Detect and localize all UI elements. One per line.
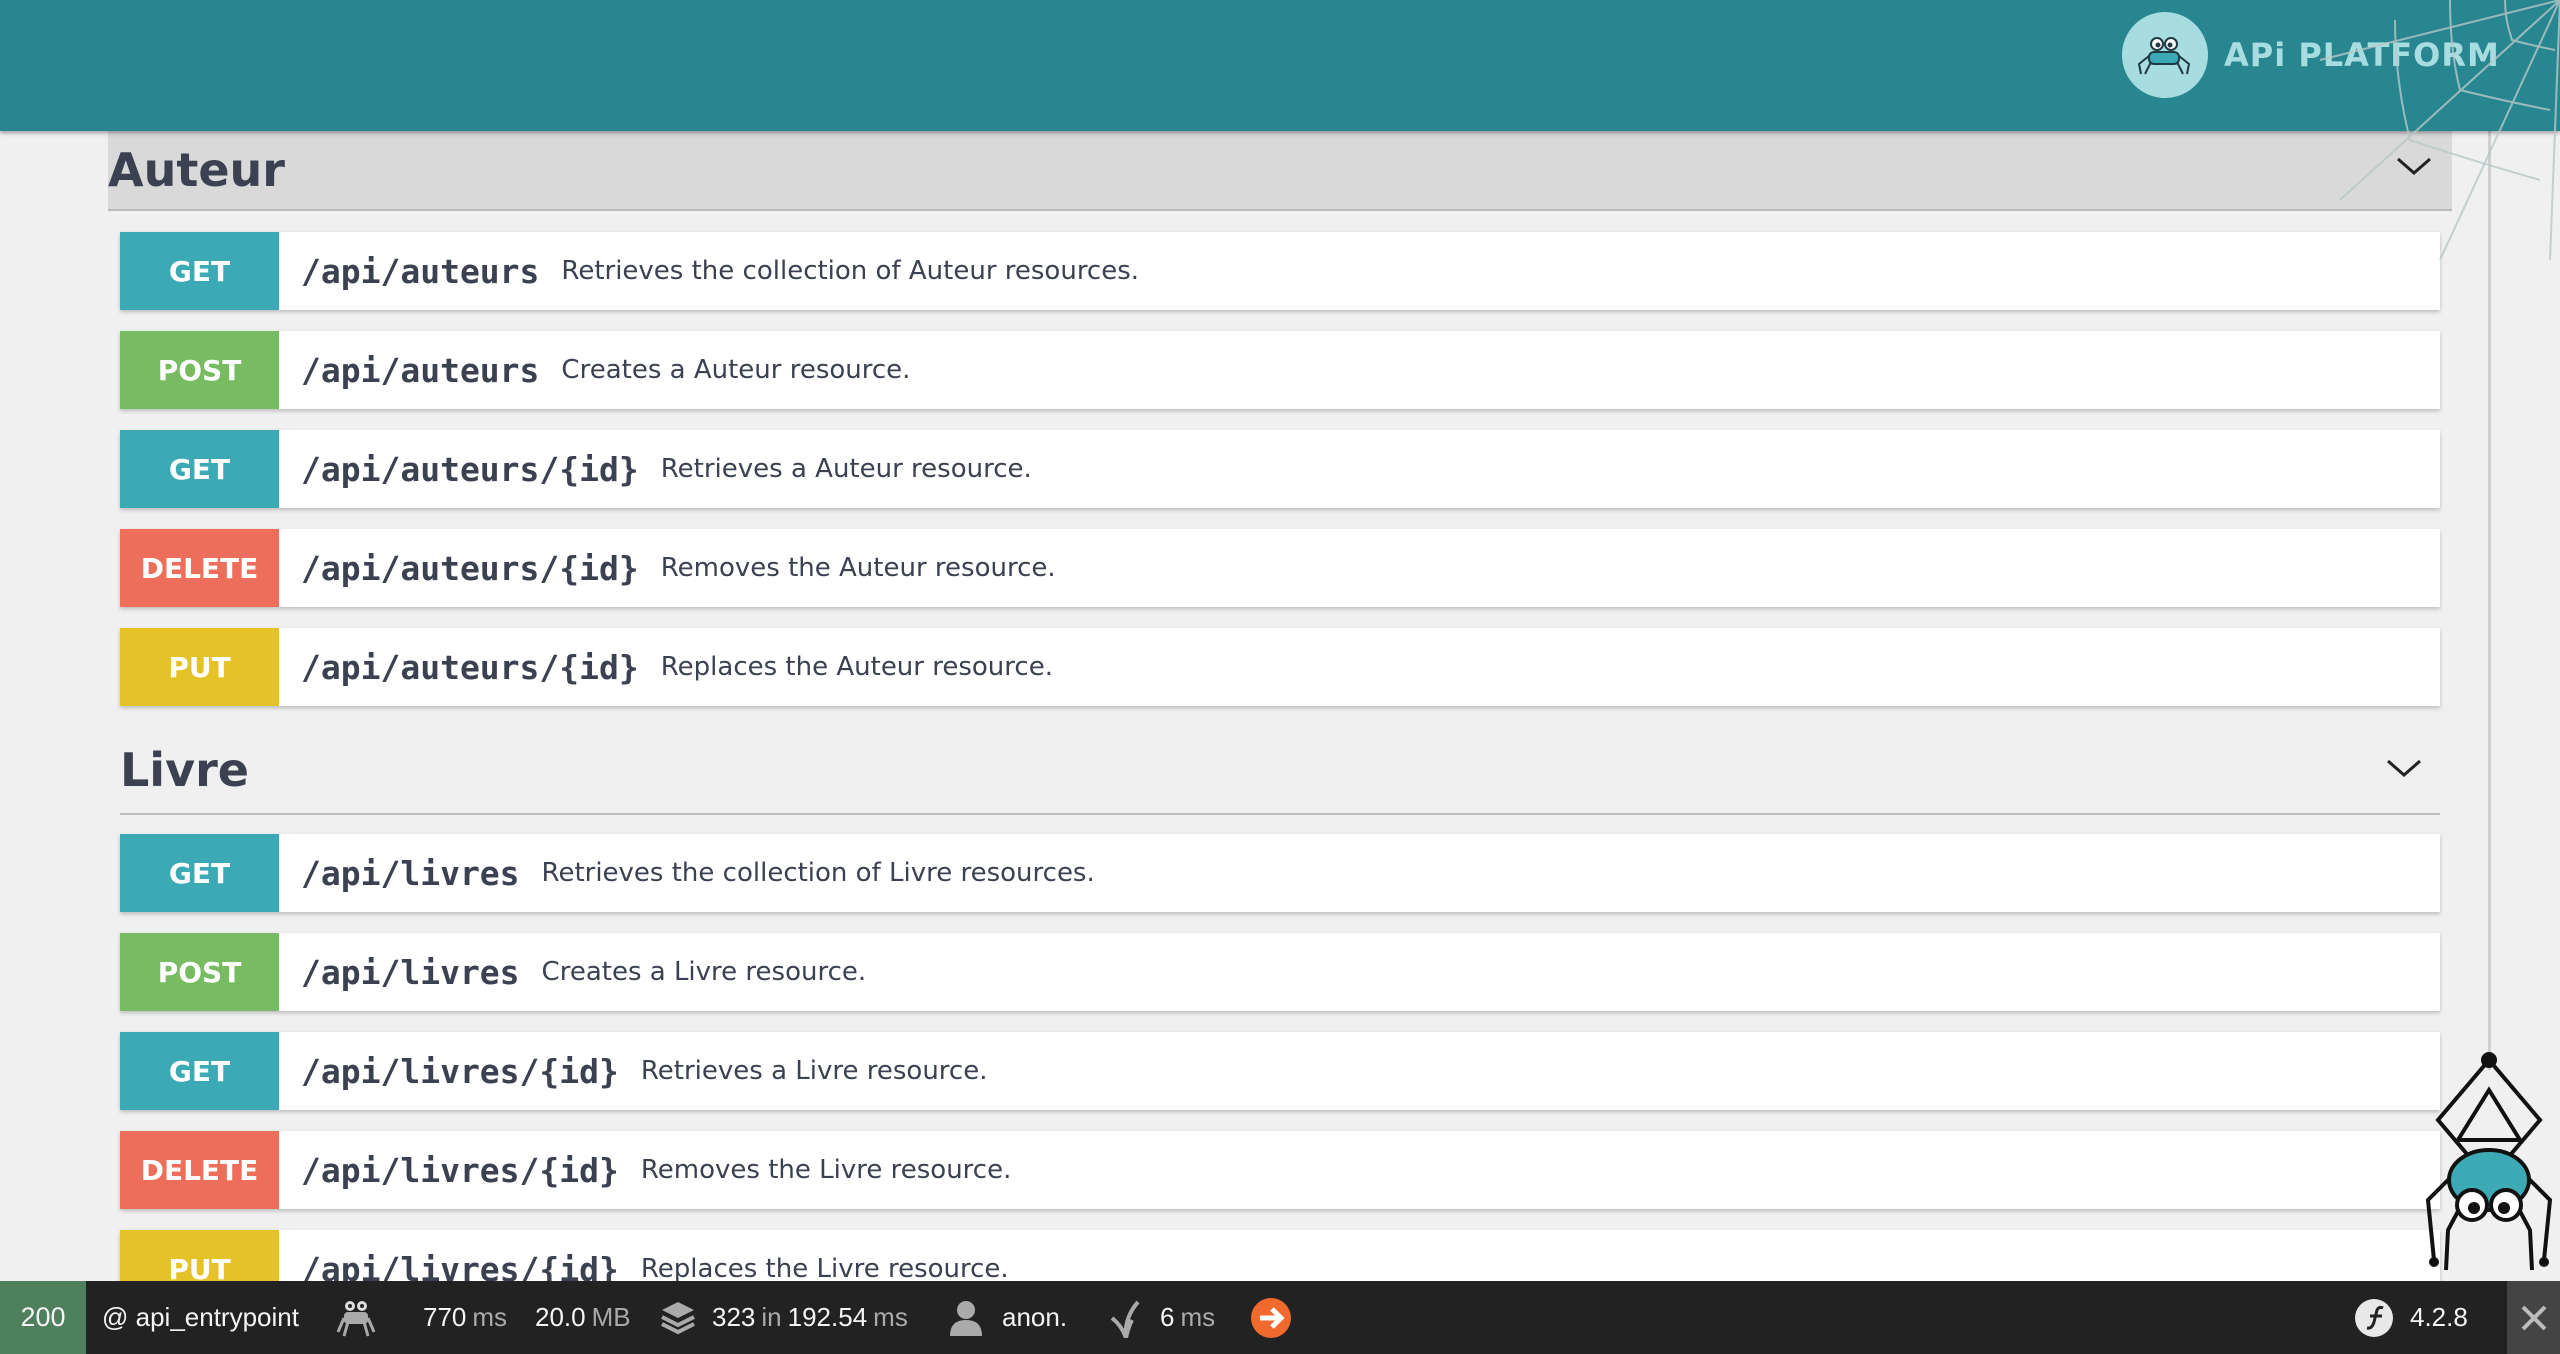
operation-path: /api/auteurs [301,350,540,390]
operation-path: /api/auteurs/{id} [301,449,639,489]
operation-summary: Creates a Livre resource. [541,957,867,987]
operation-path: /api/auteurs/{id} [301,548,639,588]
operation-path: /api/auteurs/{id} [301,647,639,687]
db-count: 323 [712,1302,756,1332]
operation-summary: Creates a Auteur resource. [561,355,911,385]
operation-get-auteur-id[interactable]: GET /api/auteurs/{id} Retrieves a Auteur… [120,430,2440,508]
operation-post-auteurs[interactable]: POST /api/auteurs Creates a Auteur resou… [120,331,2440,409]
operation-delete-livre-id[interactable]: DELETE /api/livres/{id} Removes the Livr… [120,1131,2440,1209]
operation-get-livre-id[interactable]: GET /api/livres/{id} Retrieves a Livre r… [120,1032,2440,1110]
blackfire-icon[interactable] [1250,1281,1292,1354]
operation-path: /api/livres [301,952,520,992]
method-badge: DELETE [120,1131,279,1209]
memory-unit: MB [591,1302,631,1332]
method-badge: GET [120,834,279,912]
operation-delete-auteur-id[interactable]: DELETE /api/auteurs/{id} Removes the Aut… [120,529,2440,607]
close-toolbar-button[interactable] [2507,1281,2560,1354]
chevron-down-icon[interactable] [2384,753,2424,783]
db-in: in [761,1302,782,1332]
twig-value: 6 [1160,1302,1175,1332]
spider-logo-icon [2122,12,2208,98]
twig-unit: ms [1180,1302,1216,1332]
twig-render-time[interactable]: 6 ms [1108,1281,1215,1354]
spider-web-decoration [2319,0,2560,260]
database-layers-icon [661,1301,695,1334]
method-badge: GET [120,430,279,508]
operation-summary: Replaces the Auteur resource. [660,652,1053,682]
operation-path: /api/livres/{id} [301,1051,619,1091]
operation-summary: Retrieves a Livre resource. [640,1056,988,1086]
operation-path: /api/auteurs [301,251,540,291]
hanging-spider-icon [2425,1052,2553,1271]
app-header: APi PLATFORM [0,0,2560,131]
operation-summary: Replaces the Livre resource. [640,1254,1009,1281]
method-badge: POST [120,933,279,1011]
db-unit: ms [873,1302,908,1332]
group-title: Auteur [108,143,285,197]
route-info[interactable]: @ api_entrypoint [102,1281,299,1354]
operation-get-livres[interactable]: GET /api/livres Retrieves the collection… [120,834,2440,912]
close-icon [2521,1305,2546,1330]
method-badge: POST [120,331,279,409]
group-header-auteur[interactable]: Auteur [108,131,2452,211]
operation-post-livres[interactable]: POST /api/livres Creates a Livre resourc… [120,933,2440,1011]
method-badge: GET [120,232,279,310]
operation-path: /api/livres [301,853,520,893]
operation-summary: Removes the Auteur resource. [660,553,1056,583]
group-header-livre[interactable]: Livre [120,727,2440,815]
time-unit: ms [472,1302,508,1332]
memory-value: 20.0 [535,1302,586,1332]
method-badge: PUT [120,1230,279,1281]
security-user[interactable]: anon. [946,1281,1067,1354]
method-badge: PUT [120,628,279,706]
memory-usage[interactable]: 20.0 MB [535,1281,631,1354]
route-name: @ api_entrypoint [102,1302,299,1332]
operation-put-livre-id[interactable]: PUT /api/livres/{id} Replaces the Livre … [120,1230,2440,1281]
ghost-icon[interactable] [336,1281,376,1354]
operation-get-auteurs[interactable]: GET /api/auteurs Retrieves the collectio… [120,232,2440,310]
time-value: 770 [423,1302,467,1332]
operation-summary: Removes the Livre resource. [640,1155,1012,1185]
operation-put-auteur-id[interactable]: PUT /api/auteurs/{id} Replaces the Auteu… [120,628,2440,706]
symfony-version[interactable]: 4.2.8 [2354,1281,2468,1354]
request-time[interactable]: 770 ms [423,1281,507,1354]
debug-toolbar: 200 @ api_entrypoint 770 ms 20.0 MB 323 … [0,1281,2560,1354]
user-name: anon. [1002,1302,1068,1332]
method-badge: GET [120,1032,279,1110]
user-icon [950,1300,982,1336]
version-number: 4.2.8 [2410,1302,2468,1332]
operation-summary: Retrieves the collection of Auteur resou… [561,256,1140,286]
status-code: 200 [20,1302,66,1332]
group-title: Livre [120,743,249,797]
operation-summary: Retrieves the collection of Livre resour… [541,858,1095,888]
status-code-badge[interactable]: 200 [0,1281,86,1354]
symfony-logo-icon [2355,1298,2393,1337]
method-badge: DELETE [120,529,279,607]
operation-path: /api/livres/{id} [301,1150,619,1190]
operation-path: /api/livres/{id} [301,1249,619,1282]
operation-summary: Retrieves a Auteur resource. [660,454,1032,484]
database-queries[interactable]: 323 in 192.54 ms [658,1281,908,1354]
twig-icon [1110,1300,1140,1338]
swagger-content: Auteur GET /api/auteurs Retrieves the co… [0,131,2490,1281]
db-time: 192.54 [787,1302,868,1332]
